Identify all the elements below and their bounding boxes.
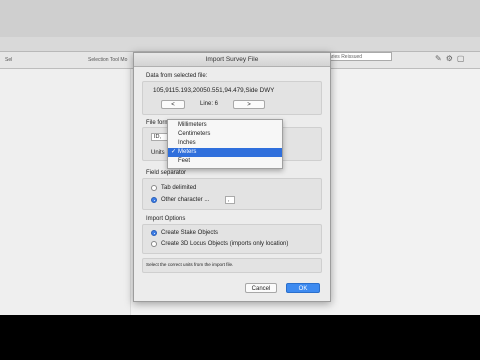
mode-bar-text: Selection Tool Mo — [88, 57, 128, 63]
import-survey-dialog: Import Survey File Data from selected fi… — [133, 52, 331, 302]
units-dropdown-menu: Millimeters Centimeters Inches ✓ Meters … — [167, 119, 283, 169]
tab-delimited-label: Tab delimited — [161, 185, 197, 191]
other-character-radio[interactable] — [151, 197, 157, 203]
units-option-meters[interactable]: ✓ Meters — [168, 148, 282, 157]
help-text-box: Select the correct units from the import… — [142, 258, 322, 273]
previous-line-button[interactable]: < — [161, 100, 185, 109]
side-panel — [0, 69, 131, 315]
mode-bar-text-left: Sel — [5, 57, 13, 63]
create-3d-locus-label: Create 3D Locus Objects (imports only lo… — [161, 241, 289, 247]
field-separator-label: Field separator — [146, 170, 187, 176]
create-stake-radio[interactable] — [151, 230, 157, 236]
units-option-inches[interactable]: Inches — [168, 139, 282, 148]
tab-delimited-radio[interactable] — [151, 185, 157, 191]
ok-button[interactable]: OK — [286, 283, 320, 293]
dialog-title: Import Survey File — [134, 53, 330, 67]
search-input[interactable]: Varies Reissued — [322, 52, 392, 61]
toolbar-icons: ✎⚙▢ — [435, 54, 468, 63]
import-options-group: Create Stake Objects Create 3D Locus Obj… — [142, 224, 322, 254]
next-line-button[interactable]: > — [233, 100, 265, 109]
gear-icon[interactable]: ⚙ — [446, 54, 457, 63]
import-options-label: Import Options — [146, 216, 186, 222]
folder-icon[interactable]: ▢ — [457, 54, 469, 63]
data-section-label: Data from selected file: — [146, 73, 208, 79]
units-option-feet[interactable]: Feet — [168, 157, 282, 166]
other-character-label: Other character ... — [161, 197, 210, 203]
data-line: 105,9115.193,20050.551,94.479,Side DWY — [153, 87, 275, 94]
units-option-millimeters[interactable]: Millimeters — [168, 121, 282, 130]
tools-icon[interactable]: ✎ — [435, 54, 446, 63]
checkmark-icon: ✓ — [171, 149, 177, 155]
other-character-input[interactable]: , — [225, 196, 235, 204]
tab-bar — [0, 37, 480, 87]
units-label: Units — [151, 150, 165, 156]
application-window: Selection Tool Mo Sel Varies Reissued ✎⚙… — [0, 0, 480, 315]
units-option-centimeters[interactable]: Centimeters — [168, 130, 282, 139]
help-text: Select the correct units from the import… — [146, 262, 234, 267]
create-stake-label: Create Stake Objects — [161, 230, 219, 236]
create-3d-locus-radio[interactable] — [151, 241, 157, 247]
units-option-meters-label: Meters — [178, 149, 197, 155]
file-format-label: File form — [146, 120, 170, 126]
field-separator-group: Tab delimited Other character ... , — [142, 178, 322, 210]
line-number-label: Line: 6 — [200, 101, 219, 107]
cancel-button[interactable]: Cancel — [245, 283, 277, 293]
data-preview-group: 105,9115.193,20050.551,94.479,Side DWY <… — [142, 81, 322, 115]
